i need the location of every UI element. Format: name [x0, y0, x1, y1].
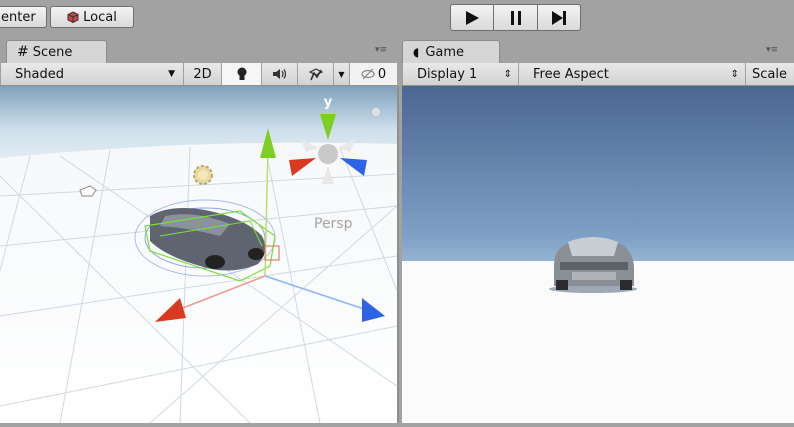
effects-toggle[interactable] [298, 63, 334, 85]
scene-viewport[interactable]: y Persp [0, 86, 399, 423]
light-bulb-icon [237, 67, 246, 80]
game-icon: ◖ [413, 45, 420, 59]
pause-button[interactable] [494, 4, 538, 31]
game-panel-menu-icon[interactable]: ▾≡ [766, 45, 778, 55]
display-dropdown[interactable]: Display 1 ⇕ [402, 63, 519, 85]
dropdown-arrow-icon: ▼ [168, 69, 175, 79]
pause-icon [510, 10, 521, 25]
scene-render: y Persp [0, 86, 397, 423]
mode-2d-toggle[interactable]: 2D [184, 63, 222, 85]
audio-toggle[interactable] [262, 63, 298, 85]
aspect-dropdown[interactable]: Free Aspect ⇕ [519, 63, 746, 85]
aspect-value: Free Aspect [533, 66, 609, 82]
pivot-rotation-local-toggle[interactable]: Local [50, 6, 134, 28]
pivot-center-toggle[interactable]: enter [0, 6, 47, 28]
pivot-center-label: enter [1, 9, 36, 25]
aspect-dropdown-arrow-icon: ⇕ [730, 68, 739, 80]
effects-dropdown[interactable]: ▼ [334, 63, 350, 85]
gizmo-y-label: y [324, 95, 333, 110]
hidden-objects-toggle[interactable]: 0 [350, 63, 397, 85]
mode-2d-label: 2D [193, 66, 212, 82]
light-gizmo-icon[interactable] [193, 165, 213, 185]
hidden-count: 0 [377, 66, 387, 82]
effects-icon [308, 68, 323, 81]
play-button[interactable] [450, 4, 494, 31]
lighting-toggle[interactable] [222, 63, 262, 85]
shading-mode-dropdown[interactable]: Shaded ▼ [0, 63, 184, 85]
local-label: Local [83, 9, 117, 25]
game-render [402, 86, 794, 423]
game-tab-label: Game [425, 44, 465, 60]
display-dropdown-arrow-icon: ⇕ [503, 68, 512, 80]
display-value: Display 1 [417, 66, 478, 82]
step-icon [552, 10, 566, 25]
scene-panel-menu-icon[interactable]: ▾≡ [375, 45, 387, 55]
tab-scene[interactable]: # Scene [6, 40, 107, 63]
scene-hash-icon: # [17, 44, 29, 60]
eye-slash-icon [361, 68, 375, 80]
game-toolbar: Display 1 ⇕ Free Aspect ⇕ Scale [402, 63, 794, 86]
tab-game[interactable]: ◖ Game [402, 40, 500, 63]
scene-tab-label: Scene [32, 44, 73, 60]
play-icon [466, 10, 479, 25]
shading-mode-value: Shaded [15, 66, 64, 82]
effects-dropdown-arrow-icon: ▼ [338, 69, 345, 79]
local-rotation-icon [67, 11, 79, 24]
scale-label: Scale [752, 66, 787, 82]
step-button[interactable] [538, 4, 581, 31]
projection-label[interactable]: Persp [314, 216, 353, 232]
speaker-icon [272, 69, 286, 79]
scale-slider-label[interactable]: Scale [746, 63, 794, 85]
game-viewport[interactable] [402, 86, 794, 423]
playback-controls [450, 4, 581, 31]
scene-toolbar: Shaded ▼ 2D ▼ 0 [0, 63, 397, 86]
